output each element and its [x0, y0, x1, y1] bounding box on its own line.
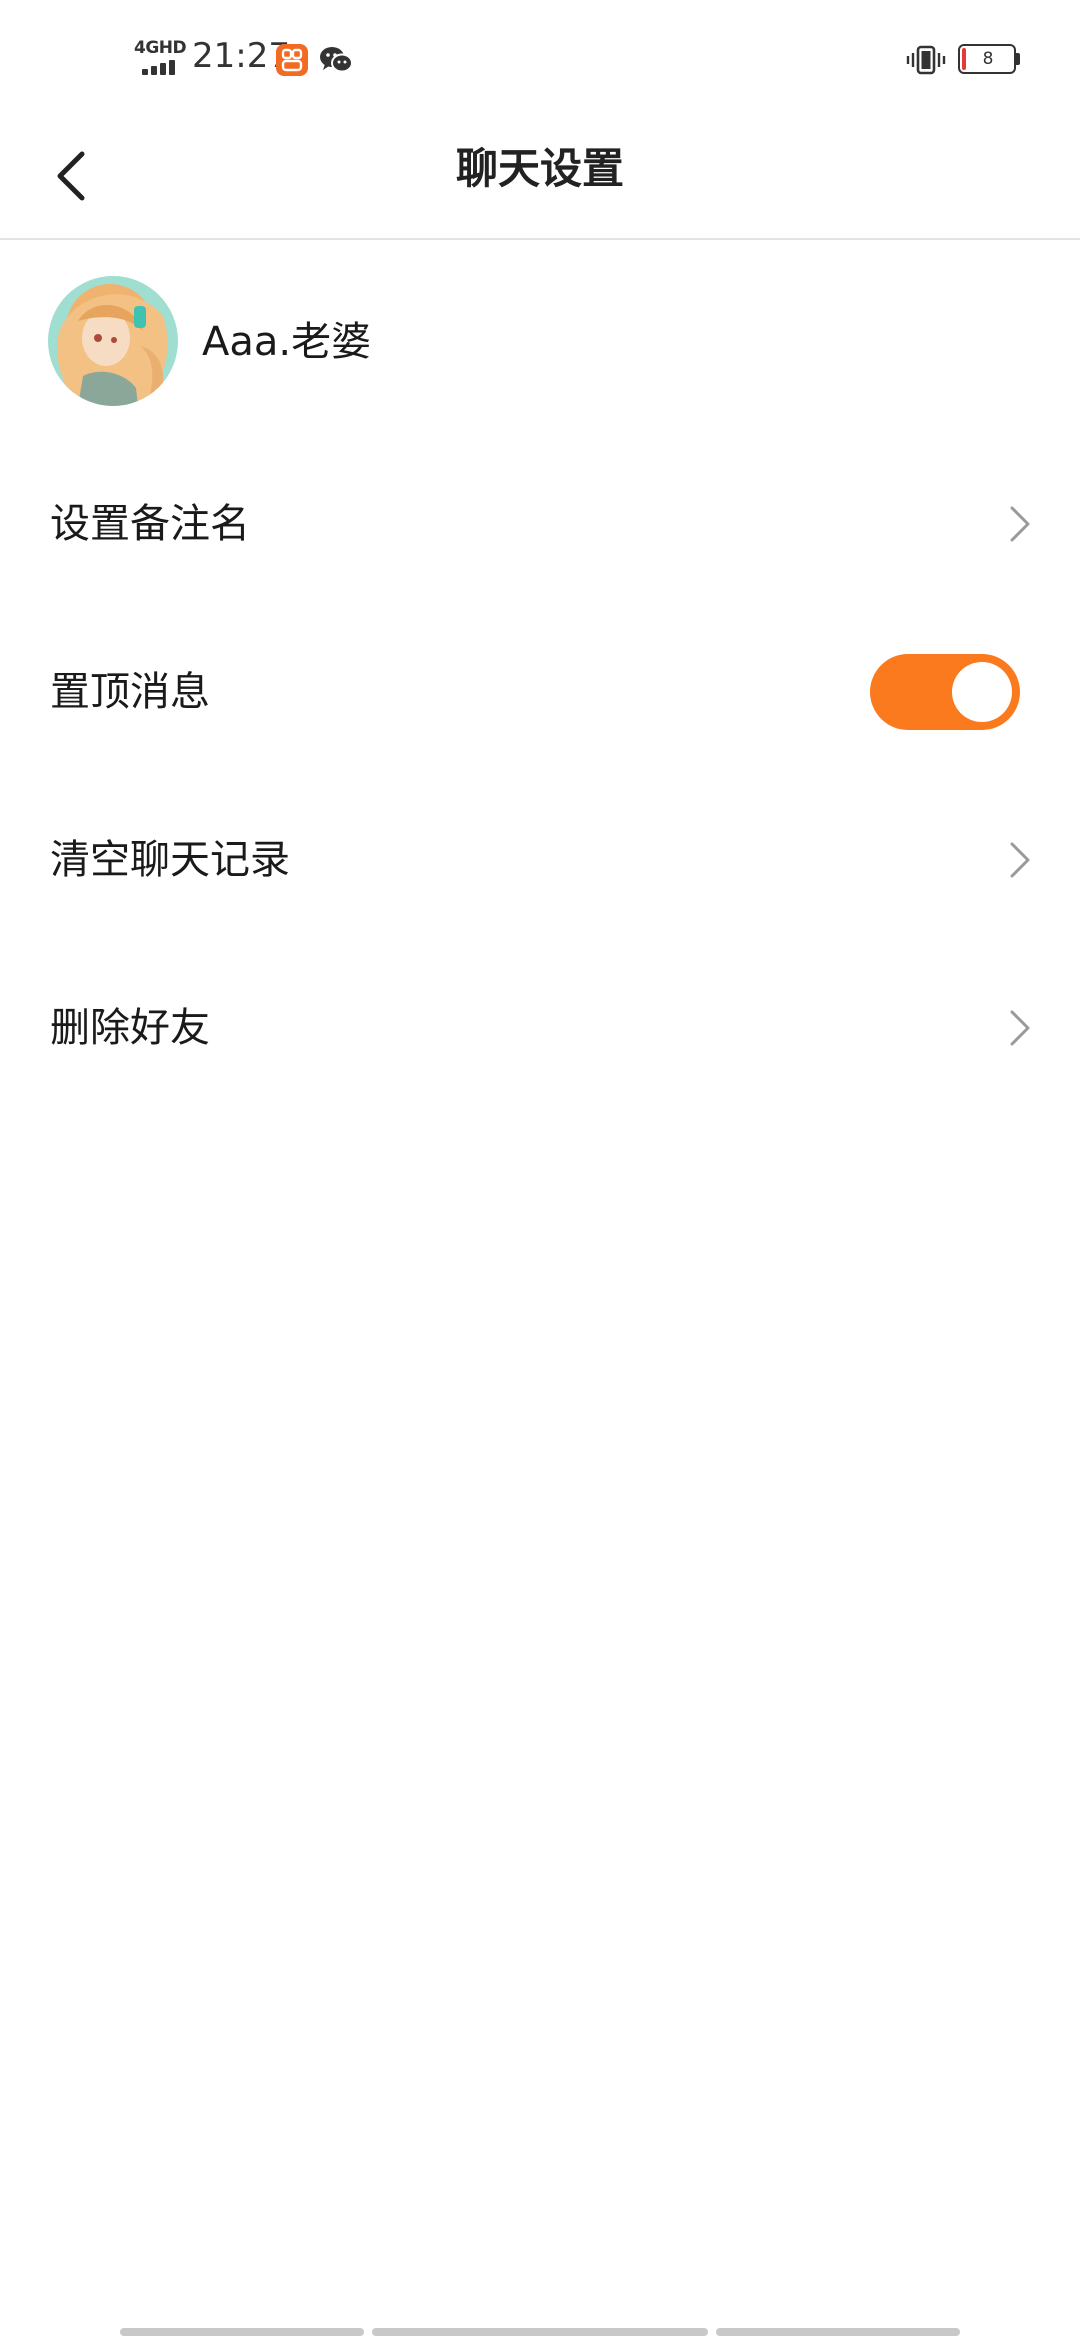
- chevron-right-icon: [1010, 506, 1030, 542]
- app-notification-icon: [276, 44, 308, 76]
- set-remark-label: 设置备注名: [50, 501, 250, 547]
- page-title: 聊天设置: [455, 144, 624, 193]
- signal-icon: 4GHD: [134, 38, 187, 76]
- delete-friend-row[interactable]: 删除好友: [0, 944, 1080, 1112]
- pin-chat-row: 置顶消息: [0, 608, 1080, 776]
- battery-level: 8: [982, 49, 994, 69]
- pin-chat-label: 置顶消息: [50, 669, 210, 715]
- settings-list: 设置备注名 置顶消息 清空聊天记录 删除好友: [0, 440, 1080, 1112]
- contact-name: Aaa.老婆: [202, 319, 372, 365]
- back-button[interactable]: [44, 140, 104, 212]
- set-remark-row[interactable]: 设置备注名: [0, 440, 1080, 608]
- wechat-icon: [318, 44, 354, 76]
- chevron-right-icon: [1010, 842, 1030, 878]
- delete-friend-label: 删除好友: [50, 1005, 210, 1051]
- chevron-right-icon: [1010, 1010, 1030, 1046]
- chevron-left-icon: [57, 151, 85, 201]
- gesture-bar-left: [120, 2328, 364, 2336]
- pin-chat-toggle[interactable]: [870, 654, 1020, 730]
- clear-history-row[interactable]: 清空聊天记录: [0, 776, 1080, 944]
- gesture-bar-center: [372, 2328, 708, 2336]
- avatar[interactable]: [48, 276, 178, 406]
- network-type: 4GHD: [134, 38, 187, 58]
- vibrate-icon: [906, 44, 946, 76]
- toggle-knob: [952, 662, 1012, 722]
- top-app-bar: 聊天设置: [0, 120, 1080, 240]
- gesture-bar-right: [716, 2328, 960, 2336]
- battery-icon: 8: [958, 44, 1020, 74]
- clear-history-label: 清空聊天记录: [50, 837, 290, 883]
- status-bar: 4GHD 21:27 8: [0, 0, 1080, 120]
- contact-profile[interactable]: Aaa.老婆: [48, 276, 1038, 406]
